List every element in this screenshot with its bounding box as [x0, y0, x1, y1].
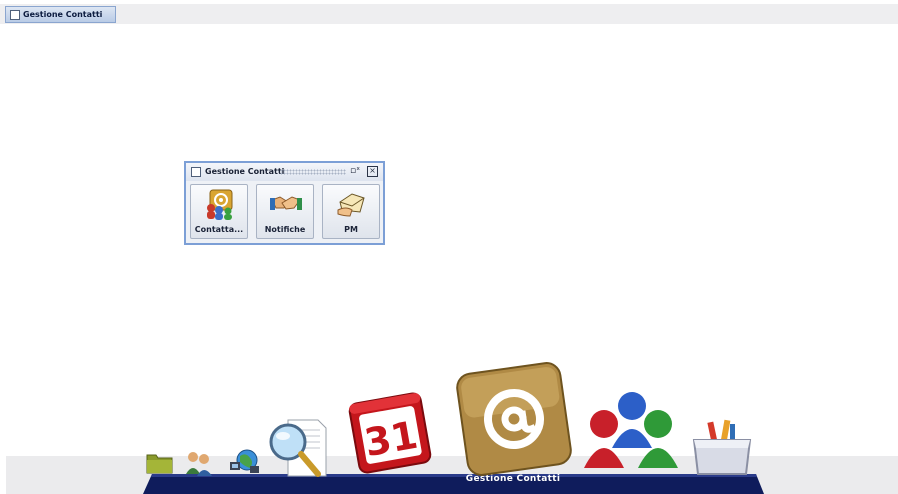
- calendar-icon[interactable]: 31: [346, 390, 434, 476]
- users-icon[interactable]: [184, 450, 214, 476]
- dock-shelf: [143, 474, 764, 494]
- toolbox-icon[interactable]: [690, 418, 754, 476]
- email-at-icon[interactable]: [454, 362, 574, 476]
- svg-text:31: 31: [361, 413, 421, 466]
- network-icon[interactable]: [228, 448, 260, 476]
- groups-icon[interactable]: [584, 388, 680, 468]
- search-document-icon[interactable]: [268, 416, 332, 480]
- folder-icon[interactable]: [146, 450, 173, 474]
